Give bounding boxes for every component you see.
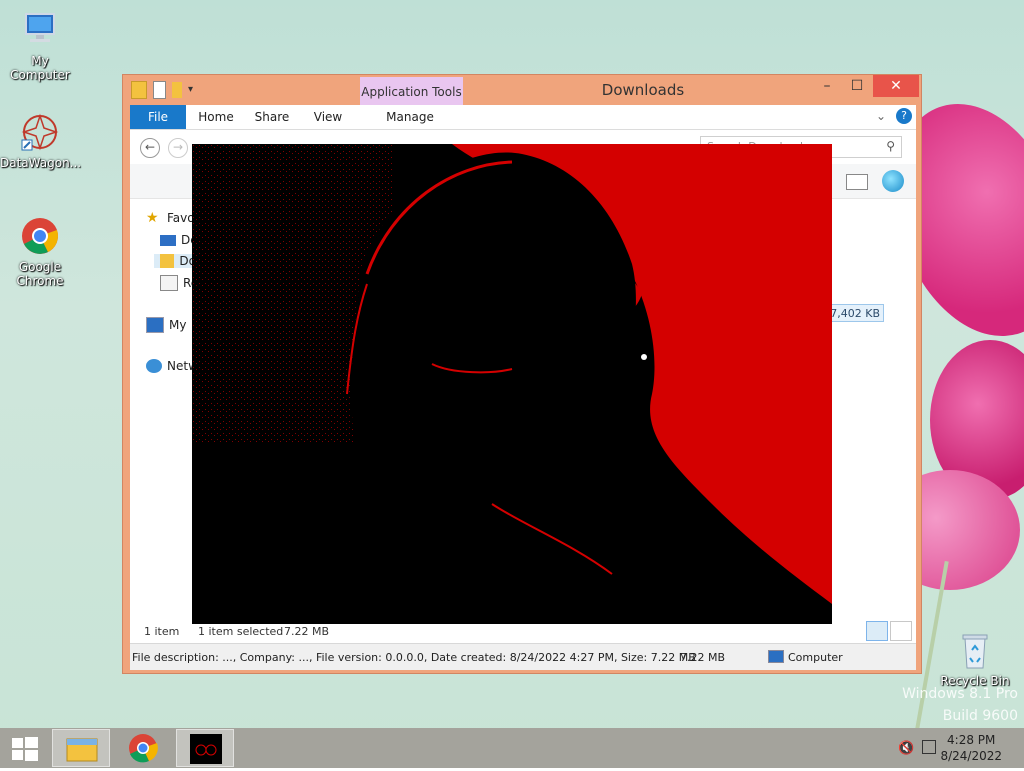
minimize-button[interactable]: – — [813, 75, 841, 97]
nav-downloads[interactable]: Do — [154, 254, 196, 268]
selection-size: 7.22 MB — [284, 625, 330, 638]
chrome-icon — [20, 216, 60, 256]
back-button[interactable]: ← — [140, 138, 160, 158]
network-icon — [146, 359, 162, 373]
tab-share[interactable]: Share — [252, 105, 292, 129]
search-icon: ⚲ — [886, 139, 895, 153]
file-size-cell[interactable]: 7,402 KB — [826, 304, 884, 322]
close-button[interactable]: ✕ — [873, 75, 919, 97]
tab-home[interactable]: Home — [196, 105, 236, 129]
details-location: Computer — [788, 651, 843, 664]
chrome-icon[interactable] — [114, 729, 172, 767]
tab-manage[interactable]: Manage — [380, 105, 440, 129]
preview-pane-icon[interactable] — [846, 174, 868, 190]
photo-viewer-image[interactable] — [192, 144, 832, 624]
shell-icon[interactable] — [882, 170, 904, 192]
nav-network[interactable]: Netw — [146, 359, 198, 373]
chevron-down-icon[interactable]: ▾ — [188, 82, 198, 98]
system-clock[interactable]: 4:28 PM 8/24/2022 — [940, 732, 1002, 764]
title-bar[interactable]: ▾ Application Tools Downloads – ☐ ✕ — [123, 75, 921, 105]
large-icons-view-button[interactable] — [890, 621, 912, 641]
nav-my-computer[interactable]: My — [146, 317, 186, 333]
desktop-icon-my-computer[interactable]: My Computer — [0, 10, 80, 82]
windows-watermark: Windows 8.1 Pro Build 9600 — [902, 686, 1018, 724]
desktop-icon-google-chrome[interactable]: Google Chrome — [0, 216, 80, 288]
downloads-folder-icon — [160, 254, 175, 268]
details-size: 7.22 MB — [680, 651, 726, 664]
quick-access-toolbar: ▾ — [131, 81, 198, 99]
recent-places-icon — [160, 275, 178, 291]
folder-icon[interactable] — [131, 81, 147, 99]
network-icon[interactable] — [922, 740, 936, 754]
desktop-icon — [160, 234, 176, 246]
ribbon-expand-icon[interactable]: ⌄ — [876, 109, 886, 123]
new-folder-icon[interactable] — [172, 82, 182, 98]
navigation-pane: ★ Favorites De Do Re My Netw — [130, 199, 221, 619]
ribbon-tabs: File Home Share View Manage ⌄ ? — [130, 105, 916, 130]
tab-view[interactable]: View — [310, 105, 346, 129]
help-icon[interactable]: ? — [896, 108, 912, 124]
computer-icon — [768, 650, 784, 663]
datawagon-icon — [20, 112, 60, 152]
window-title: Downloads — [601, 81, 685, 99]
desktop-icon-datawagon[interactable]: DataWagon... — [0, 112, 81, 170]
photo-app-icon[interactable] — [176, 729, 234, 767]
context-tab-application-tools[interactable]: Application Tools — [360, 77, 463, 105]
maximize-button[interactable]: ☐ — [843, 75, 871, 97]
recycle-bin-icon — [955, 630, 995, 670]
selection-count: 1 item selected — [198, 625, 284, 638]
details-bar: File description: ..., Company: ..., Fil… — [130, 643, 916, 670]
file-explorer-icon[interactable] — [52, 729, 110, 767]
desktop-icon-recycle-bin[interactable]: Recycle Bin — [935, 630, 1015, 688]
taskbar: 🔇 4:28 PM 8/24/2022 — [0, 728, 1024, 768]
details-view-button[interactable] — [866, 621, 888, 641]
start-button[interactable] — [0, 729, 58, 767]
file-details-text: File description: ..., Company: ..., Fil… — [132, 651, 696, 664]
forward-button[interactable]: → — [168, 138, 188, 158]
volume-muted-icon[interactable]: 🔇 — [898, 741, 914, 756]
item-count: 1 item — [144, 625, 180, 638]
computer-icon — [146, 317, 164, 333]
star-icon: ★ — [146, 210, 159, 226]
tab-file[interactable]: File — [130, 105, 186, 129]
computer-icon — [20, 10, 60, 50]
properties-icon[interactable] — [153, 81, 166, 99]
